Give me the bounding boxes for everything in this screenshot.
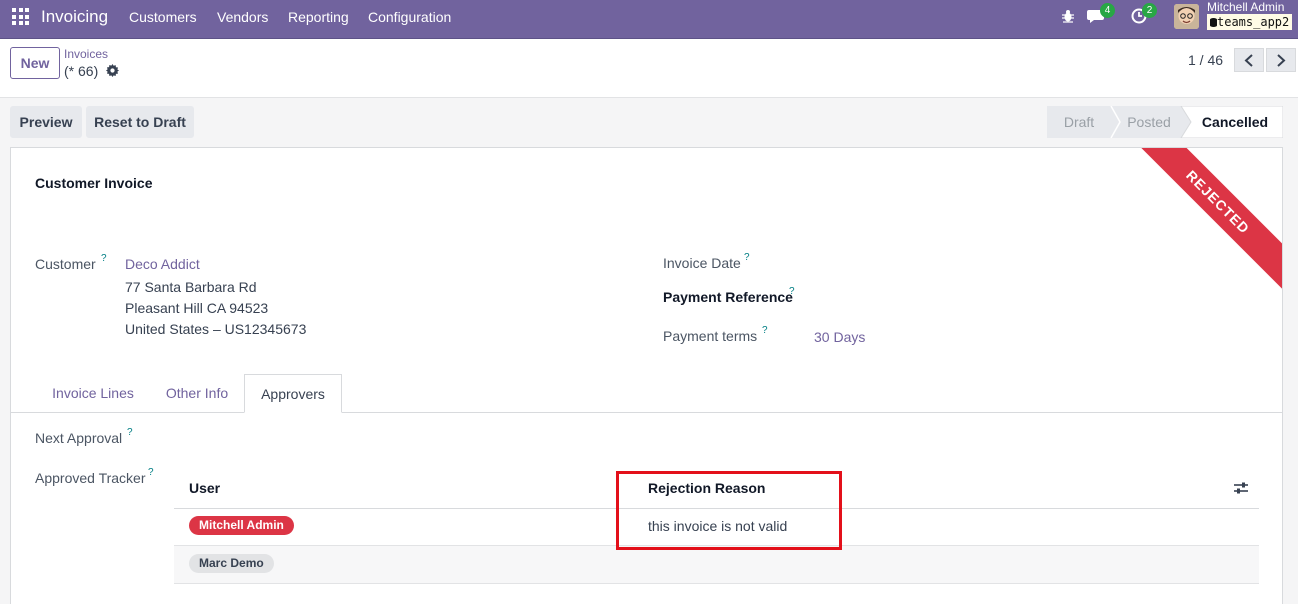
address-line-1: 77 Santa Barbara Rd [125, 279, 257, 295]
reset-to-draft-button[interactable]: Reset to Draft [86, 106, 194, 138]
gear-icon[interactable] [106, 64, 119, 77]
tabs-divider [11, 412, 1282, 413]
optional-columns-icon[interactable] [1233, 481, 1249, 495]
approved-tracker-help-icon[interactable]: ? [148, 467, 154, 478]
payment-terms-label: Payment terms [663, 328, 758, 344]
pager-previous-button[interactable] [1234, 48, 1264, 72]
address-line-2: Pleasant Hill CA 94523 [125, 300, 269, 316]
user-avatar[interactable] [1174, 4, 1199, 29]
next-approval-label: Next Approval [35, 430, 123, 446]
customer-name-link[interactable]: Deco Addict [125, 256, 200, 272]
table-row-background [174, 546, 1259, 583]
form-statusbar: Preview Reset to Draft Draft Posted Canc… [0, 98, 1298, 146]
rejection-reason-highlight-box [616, 471, 842, 550]
customer-help-icon[interactable]: ? [101, 253, 107, 264]
tab-invoice-lines[interactable]: Invoice Lines [37, 374, 149, 412]
status-pipeline: Draft Posted Cancelled [1047, 106, 1283, 138]
status-cancelled[interactable]: Cancelled [1189, 106, 1281, 138]
tab-other-info[interactable]: Other Info [155, 374, 239, 412]
menu-reporting[interactable]: Reporting [288, 9, 349, 25]
document-title: Customer Invoice [35, 175, 153, 191]
invoice-date-help-icon[interactable]: ? [744, 252, 750, 263]
chevron-right-icon [1277, 54, 1286, 67]
next-approval-help-icon[interactable]: ? [127, 427, 133, 438]
pager-next-button[interactable] [1266, 48, 1296, 72]
payment-terms-help-icon[interactable]: ? [762, 325, 768, 336]
pager-value[interactable]: 1 / 46 [1188, 52, 1223, 68]
menu-configuration[interactable]: Configuration [368, 9, 451, 25]
app-menu-icon[interactable] [12, 8, 29, 25]
preview-button[interactable]: Preview [10, 106, 82, 138]
database-icon [1210, 18, 1217, 27]
rejected-ribbon: REJECTED [1116, 148, 1282, 304]
breadcrumb-invoices[interactable]: Invoices [64, 47, 108, 61]
database-name: teams_app2 [1207, 14, 1293, 30]
user-tag-marc-demo[interactable]: Marc Demo [189, 554, 274, 573]
status-draft[interactable]: Draft [1047, 106, 1111, 138]
app-brand[interactable]: Invoicing [41, 7, 108, 27]
payment-reference-help-icon[interactable]: ? [789, 286, 795, 297]
menu-vendors[interactable]: Vendors [217, 9, 268, 25]
new-button[interactable]: New [10, 47, 60, 79]
payment-reference-label: Payment Reference [663, 289, 793, 305]
customer-label: Customer [35, 256, 96, 272]
debug-bug-icon[interactable] [1061, 9, 1075, 26]
column-user[interactable]: User [189, 480, 220, 496]
form-sheet: REJECTED Customer Invoice Customer ? Dec… [10, 147, 1283, 604]
table-row-divider [174, 583, 1259, 584]
messages-count-badge: 4 [1100, 3, 1115, 18]
chevron-left-icon [1244, 54, 1253, 67]
activities-count-badge: 2 [1142, 3, 1157, 18]
tab-approvers[interactable]: Approvers [244, 374, 342, 413]
approved-tracker-label: Approved Tracker [35, 470, 146, 486]
payment-terms-value[interactable]: 30 Days [814, 329, 865, 345]
top-navbar: Invoicing Customers Vendors Reporting Co… [0, 0, 1298, 39]
record-count: (* 66) [64, 63, 99, 79]
status-posted[interactable]: Posted [1115, 106, 1183, 138]
invoice-date-label: Invoice Date [663, 255, 741, 271]
control-panel: New Invoices (* 66) 1 / 46 [0, 39, 1298, 98]
user-name[interactable]: Mitchell Admin [1207, 0, 1284, 14]
database-name-text: teams_app2 [1217, 15, 1290, 29]
user-tag-mitchell-admin[interactable]: Mitchell Admin [189, 516, 294, 535]
address-line-3: United States – US12345673 [125, 321, 307, 337]
menu-customers[interactable]: Customers [129, 9, 197, 25]
